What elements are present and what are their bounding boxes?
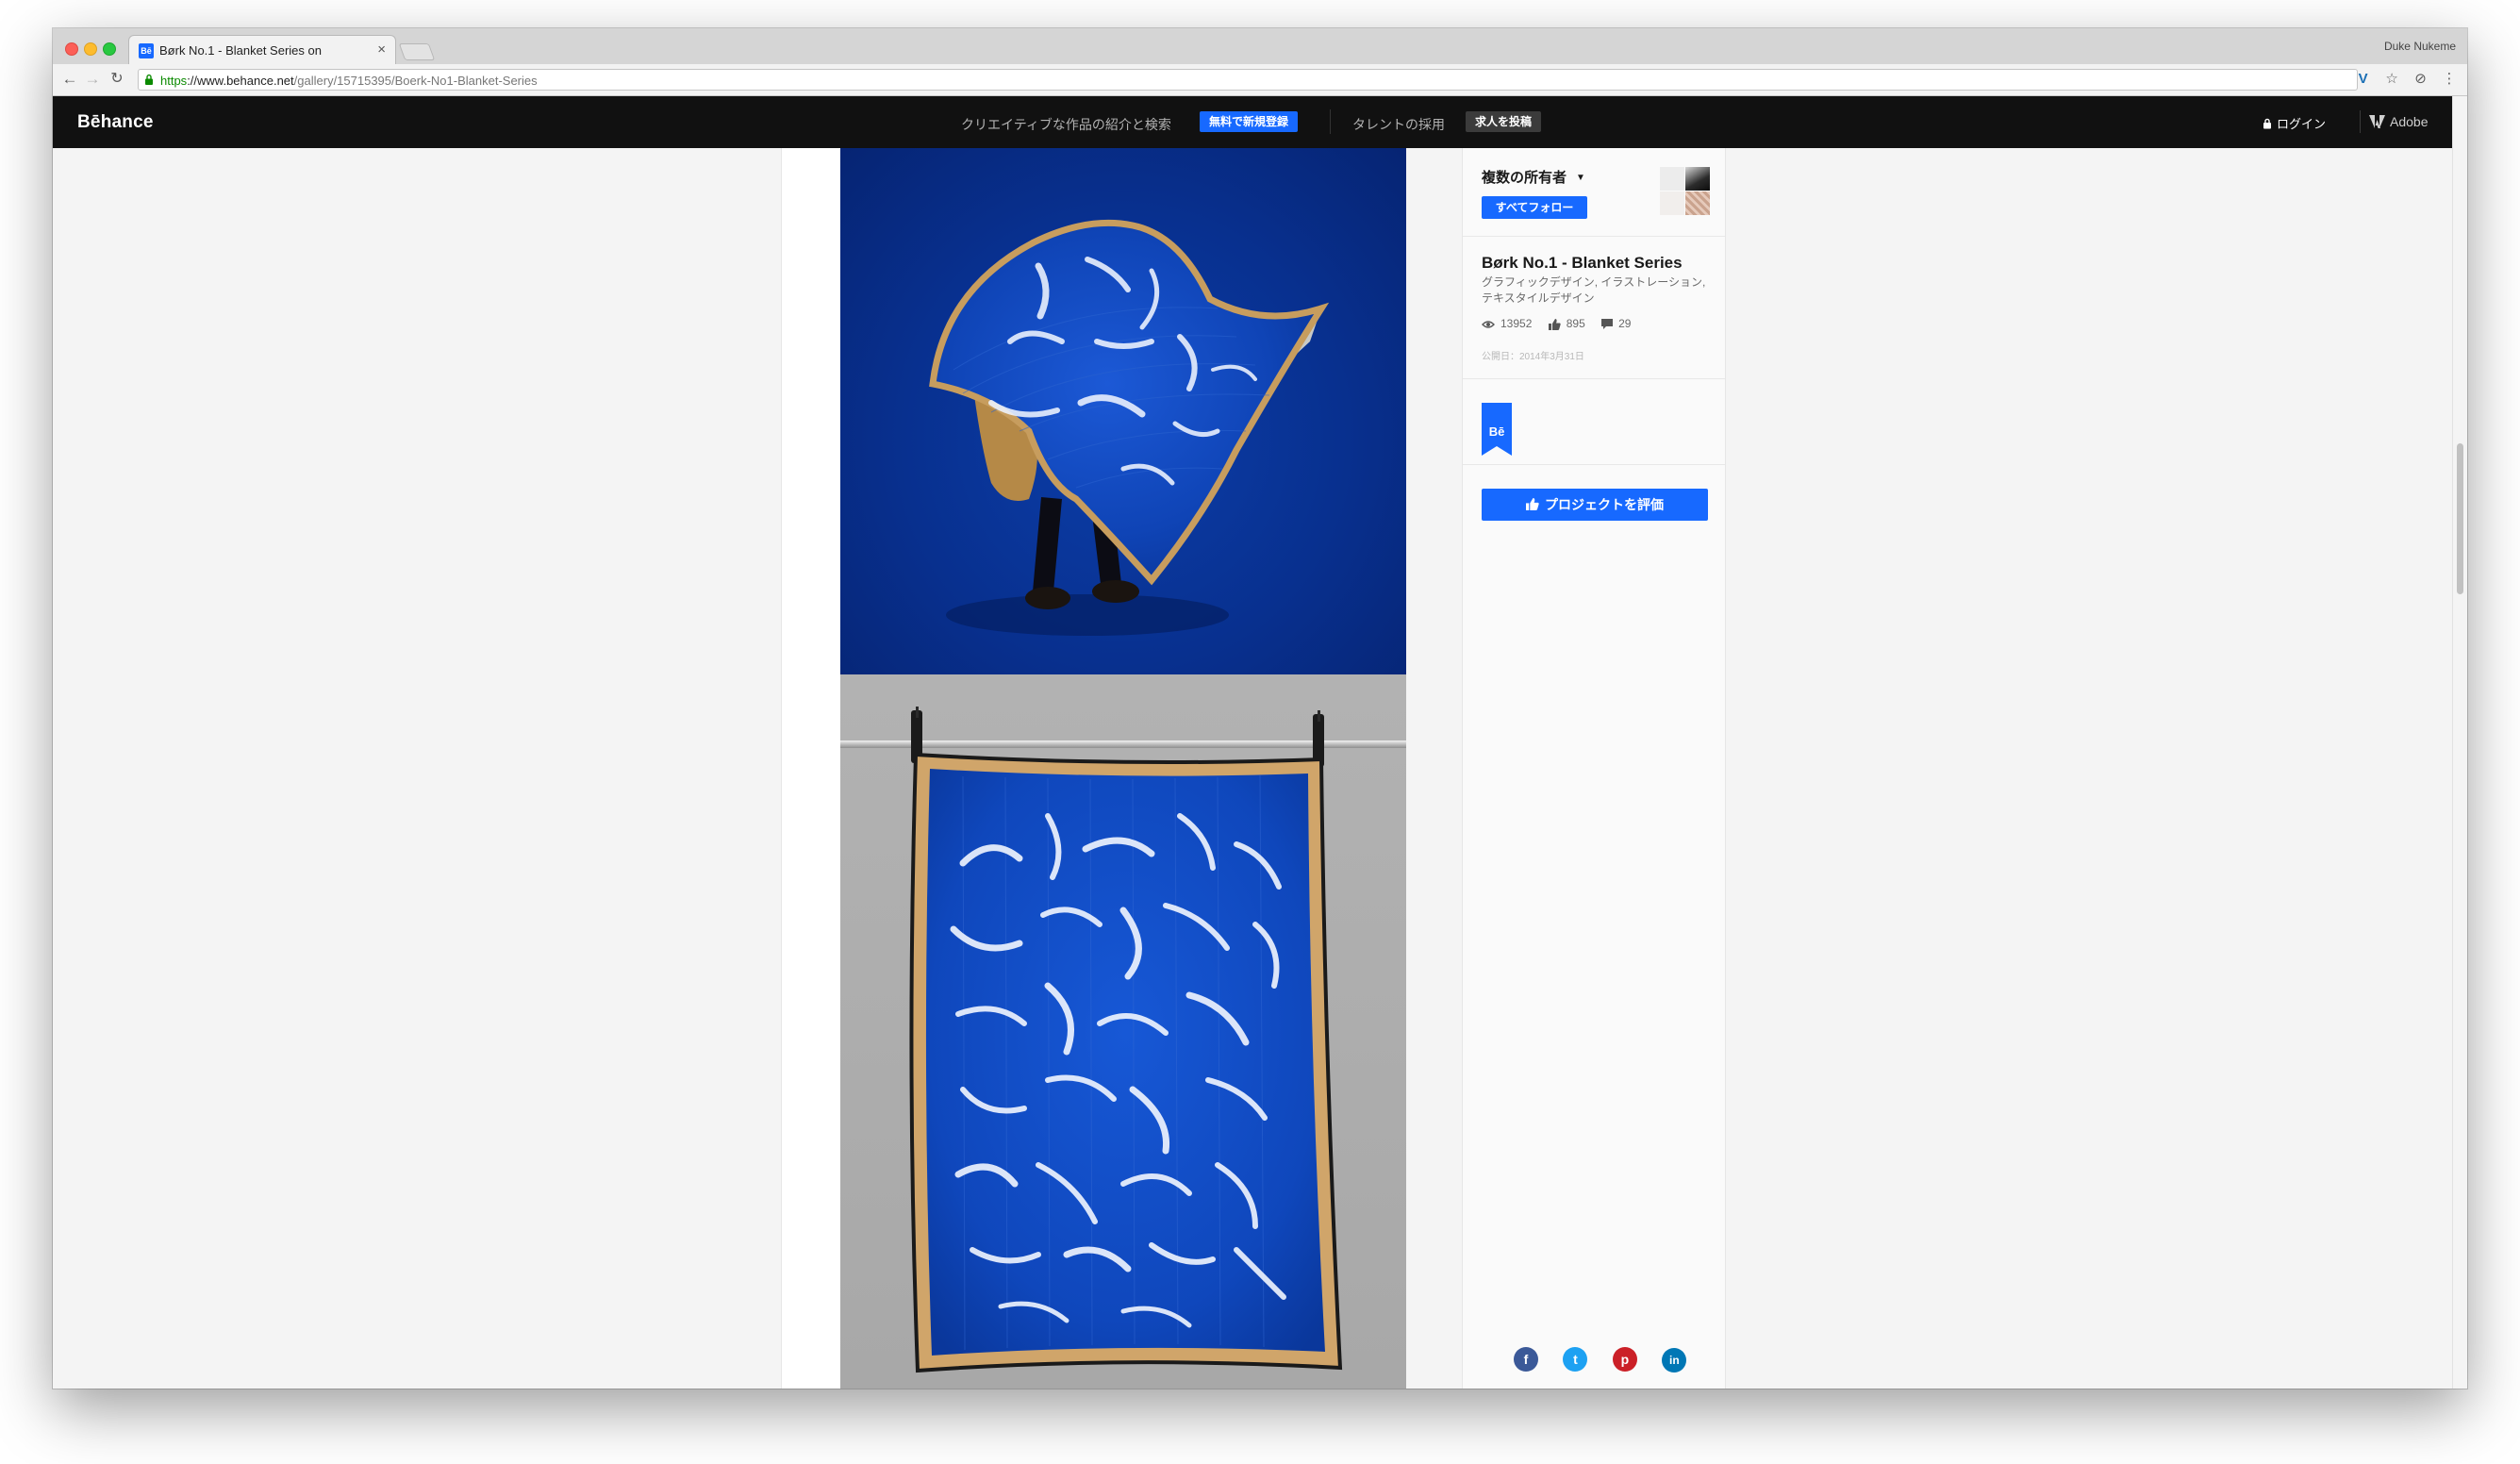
sidebar-divider bbox=[1463, 378, 1725, 379]
adobe-logo-icon bbox=[2369, 115, 2385, 128]
behance-badge[interactable]: Bē bbox=[1482, 403, 1512, 460]
behance-favicon-icon: Bē bbox=[139, 43, 154, 58]
tab-close-icon[interactable]: × bbox=[377, 42, 386, 58]
adobe-label: Adobe bbox=[2390, 114, 2429, 129]
window-close-button[interactable] bbox=[65, 42, 78, 56]
url-scheme: https bbox=[160, 74, 188, 88]
behance-logo[interactable]: Bēhance bbox=[77, 112, 154, 133]
views-stat: 13952 bbox=[1482, 317, 1532, 330]
tab-title: Børk No.1 - Blanket Series on bbox=[159, 43, 322, 58]
eye-icon bbox=[1482, 320, 1495, 328]
project-info-sidebar: 複数の所有者 ▼ すべてフォロー Børk No.1 - Blanket Seri… bbox=[1462, 148, 1726, 1389]
browser-toolbar: ← → ↻ https://www.behance.net/gallery/15… bbox=[53, 64, 2467, 96]
project-image-person-blanket[interactable] bbox=[840, 148, 1406, 674]
page-scrollbar[interactable] bbox=[2452, 96, 2467, 1389]
adobe-link[interactable]: Adobe bbox=[2369, 114, 2428, 129]
url-path: /gallery/15715395/Boerk-No1-Blanket-Seri… bbox=[293, 74, 538, 88]
tab-behance[interactable]: Bē Børk No.1 - Blanket Series on × bbox=[128, 35, 396, 64]
behance-ribbon-icon: Bē bbox=[1482, 403, 1512, 456]
follow-all-button[interactable]: すべてフォロー bbox=[1482, 196, 1587, 219]
sidebar-divider bbox=[1463, 236, 1725, 237]
project-page: 複数の所有者 ▼ すべてフォロー Børk No.1 - Blanket Seri… bbox=[53, 148, 2452, 1389]
creative-fields[interactable]: グラフィックデザイン, イラストレーション, テキスタイルデザイン bbox=[1482, 274, 1708, 307]
appreciations-count: 895 bbox=[1566, 316, 1585, 330]
window-maximize-button[interactable] bbox=[103, 42, 116, 56]
project-stats: 13952 895 29 bbox=[1482, 316, 1644, 330]
url-host: ://www.behance.net bbox=[187, 74, 294, 88]
extension-icons: V ☆ ⊘ ⋮ bbox=[2347, 71, 2458, 90]
avatar[interactable] bbox=[1685, 191, 1710, 215]
share-icons: f t p in bbox=[1514, 1347, 1707, 1372]
behance-top-nav: Bēhance クリエイティブな作品の紹介と検索 無料で新規登録 タレントの採用… bbox=[53, 96, 2452, 148]
browser-menu-icon[interactable]: ⋮ bbox=[2441, 71, 2458, 88]
signup-button[interactable]: 無料で新規登録 bbox=[1200, 111, 1299, 132]
published-date: 公開日：2014年3月31日 bbox=[1482, 352, 1584, 362]
post-job-button[interactable]: 求人を投稿 bbox=[1466, 111, 1542, 132]
owners-dropdown[interactable]: 複数の所有者 ▼ bbox=[1482, 167, 1585, 187]
forward-arrow-icon[interactable]: → bbox=[83, 70, 102, 89]
nav-divider-2 bbox=[2360, 110, 2361, 133]
thumbs-up-icon bbox=[1526, 498, 1539, 511]
artwork-person-under-blanket bbox=[929, 219, 1330, 636]
back-arrow-icon[interactable]: ← bbox=[60, 70, 79, 89]
caret-down-icon: ▼ bbox=[1576, 173, 1585, 183]
project-image-hanging-blanket[interactable] bbox=[840, 674, 1406, 1389]
scrollbar-thumb[interactable] bbox=[2457, 443, 2463, 594]
profile-name[interactable]: Duke Nukeme bbox=[2384, 40, 2456, 53]
owners-label: 複数の所有者 bbox=[1482, 170, 1567, 186]
secure-lock-icon bbox=[145, 74, 153, 85]
badge-text: Bē bbox=[1489, 424, 1505, 439]
project-content-column bbox=[781, 148, 1406, 1389]
appreciations-stat: 895 bbox=[1548, 316, 1585, 330]
appreciate-project-button[interactable]: プロジェクトを評価 bbox=[1482, 489, 1708, 521]
hire-talent-link[interactable]: タレントの採用 bbox=[1352, 115, 1445, 134]
creative-showcase-link[interactable]: クリエイティブな作品の紹介と検索 bbox=[961, 115, 1171, 134]
appreciate-label: プロジェクトを評価 bbox=[1545, 497, 1664, 512]
bookmark-star-icon[interactable]: ☆ bbox=[2383, 71, 2400, 88]
avatar[interactable] bbox=[1660, 167, 1684, 191]
facebook-icon[interactable]: f bbox=[1514, 1347, 1538, 1372]
login-label: ログイン bbox=[2277, 117, 2327, 131]
owner-avatars bbox=[1660, 167, 1711, 216]
avatar[interactable] bbox=[1660, 191, 1684, 215]
sidebar-divider bbox=[1463, 464, 1725, 465]
avatar[interactable] bbox=[1685, 167, 1710, 191]
views-count: 13952 bbox=[1500, 316, 1533, 330]
login-link[interactable]: ログイン bbox=[2263, 114, 2326, 132]
address-bar[interactable]: https://www.behance.net/gallery/15715395… bbox=[138, 69, 2358, 91]
extension-v-icon[interactable]: V bbox=[2355, 71, 2372, 88]
url-text: https://www.behance.net/gallery/15715395… bbox=[160, 74, 538, 88]
nav-divider bbox=[1330, 109, 1331, 134]
twitter-icon[interactable]: t bbox=[1563, 1347, 1588, 1372]
artwork-hanging-blanket bbox=[840, 707, 1406, 1373]
browser-window: Bē Børk No.1 - Blanket Series on × Duke … bbox=[53, 28, 2467, 1389]
comments-count: 29 bbox=[1618, 316, 1632, 330]
lock-icon bbox=[2263, 118, 2271, 129]
new-tab-button[interactable] bbox=[398, 43, 436, 60]
project-title: Børk No.1 - Blanket Series bbox=[1482, 254, 1683, 272]
window-minimize-button[interactable] bbox=[84, 42, 97, 56]
pinterest-icon[interactable]: p bbox=[1612, 1347, 1637, 1372]
reload-icon[interactable]: ↻ bbox=[108, 70, 126, 89]
comment-icon bbox=[1601, 318, 1614, 329]
block-extension-icon[interactable]: ⊘ bbox=[2412, 71, 2429, 88]
tab-strip: Bē Børk No.1 - Blanket Series on × Duke … bbox=[53, 28, 2467, 64]
linkedin-icon[interactable]: in bbox=[1662, 1348, 1687, 1372]
thumbs-up-icon bbox=[1548, 318, 1561, 330]
comments-stat: 29 bbox=[1601, 317, 1631, 330]
